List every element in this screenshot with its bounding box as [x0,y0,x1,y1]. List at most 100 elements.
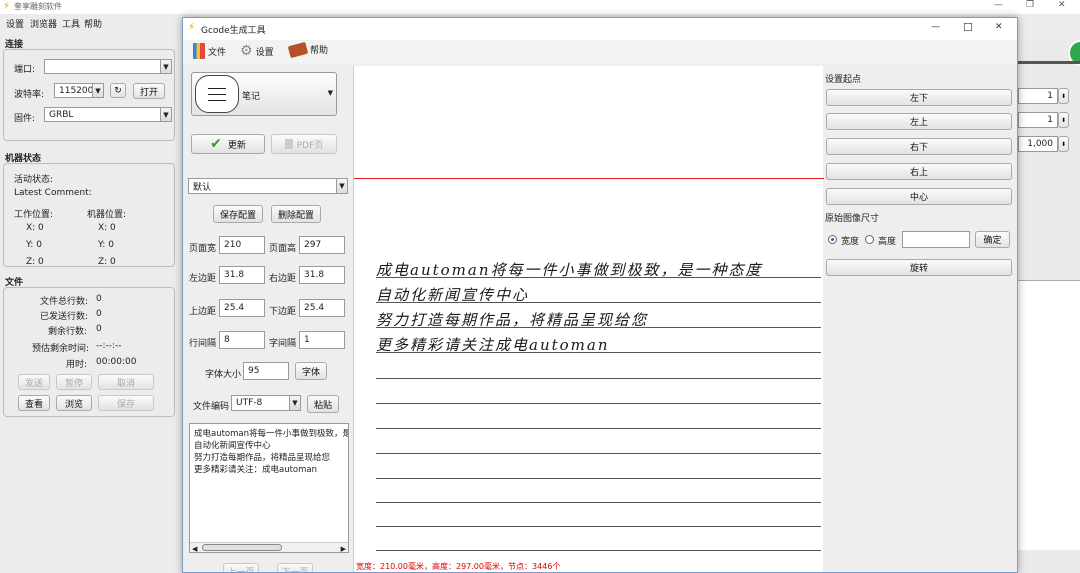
text-hscrollbar[interactable]: ◀ ▶ [190,542,348,552]
bottom-margin-input[interactable]: 25.4 [299,299,345,317]
ruled-line [376,478,821,479]
scroll-left-icon[interactable]: ◀ [192,543,197,552]
template-select[interactable]: 笔记 ▼ [191,72,337,116]
bottom-margin-label: 下边距 [269,307,297,317]
port-label: 端口: [14,65,36,75]
line-spacing-input[interactable]: 8 [219,331,265,349]
machine-x: X: 0 [98,223,116,233]
menu-browser[interactable]: 浏览器 [30,17,57,30]
port-select[interactable]: ▼ [44,59,172,74]
update-label: 更新 [227,140,246,151]
file-icon [193,43,205,59]
right-margin-label: 右边距 [269,274,297,284]
start-bottom-right-button[interactable]: 右下 [826,138,1012,155]
update-button[interactable]: ✔ 更新 [191,134,265,154]
page-width-label: 页面宽 [189,244,217,254]
browse-label: 浏览 [64,399,83,410]
firmware-select[interactable]: GRBL ▼ [44,107,172,122]
top-margin-value: 25.4 [224,303,245,313]
height-radio-label: 高度 [878,237,897,247]
toolbar-settings[interactable]: ⚙ 设置 [240,43,274,59]
latest-comment-label: Latest Comment: [14,188,92,198]
gcode-minimize-icon[interactable]: — [931,22,940,32]
save-button[interactable]: 保存 [98,395,154,411]
char-spacing-input[interactable]: 1 [299,331,345,349]
send-button[interactable]: 发送 [18,374,50,390]
encoding-select[interactable]: UTF-8 ▼ [231,395,301,411]
rotate-button[interactable]: 旋转 [826,259,1012,276]
width-radio[interactable] [828,235,837,244]
main-restore-icon[interactable]: ❐ [1026,0,1034,10]
start-top-left-button[interactable]: 左上 [826,113,1012,130]
right-spinner-1-arrows[interactable]: ⬍ [1058,88,1069,104]
height-radio[interactable] [865,235,874,244]
scroll-right-icon[interactable]: ▶ [341,543,346,552]
cancel-button[interactable]: 取消 [98,374,154,390]
baud-select[interactable]: 115200 ▼ [54,83,104,98]
paste-button[interactable]: 粘贴 [307,395,339,413]
delete-config-button[interactable]: 删除配置 [271,205,321,223]
width-radio-label: 宽度 [841,237,860,247]
text-line-4: 更多精彩请关注：成电automan [194,465,318,475]
work-position-label: 工作位置: [14,210,54,220]
font-size-input[interactable]: 95 [243,362,289,380]
left-margin-input[interactable]: 31.8 [219,266,265,284]
ruled-line [376,403,821,404]
start-bottom-left-button[interactable]: 左下 [826,89,1012,106]
view-button[interactable]: 查看 [18,395,50,411]
config-dropdown-icon: ▼ [336,179,347,193]
text-line-1: 成电automan将每一件小事做到极致，是 [194,429,349,439]
toolbar-settings-label: 设置 [255,47,274,58]
refresh-button[interactable]: ↻ [110,83,126,98]
pause-button[interactable]: 暂停 [56,374,92,390]
size-input[interactable] [902,231,970,248]
gcode-logo-icon: ⚡ [188,22,196,33]
right-spinner-1-value: 1 [1047,91,1053,101]
ruled-line [376,526,821,527]
right-spinner-3-arrows[interactable]: ⬍ [1058,136,1069,152]
page-width-input[interactable]: 210 [219,236,265,254]
prev-page-button[interactable]: 上一页 [223,563,259,572]
menu-help[interactable]: 帮助 [84,17,102,30]
start-center-button[interactable]: 中心 [826,188,1012,205]
open-port-label: 打开 [139,87,158,98]
gcode-maximize-icon[interactable]: ☐ [963,21,973,34]
scroll-thumb[interactable] [202,544,282,551]
book-icon [287,41,309,58]
char-spacing-value: 1 [304,335,310,345]
work-z: Z: 0 [26,257,44,267]
pdf-page-button[interactable]: PDF页 [271,134,337,154]
menu-tools[interactable]: 工具 [62,17,80,30]
save-config-label: 保存配置 [219,210,256,221]
main-close-icon[interactable]: ✕ [1058,0,1066,10]
top-margin-input[interactable]: 25.4 [219,299,265,317]
start-point-title: 设置起点 [825,75,862,85]
right-spinner-3[interactable]: 1,000 [1018,136,1058,152]
start-top-right-button[interactable]: 右上 [826,163,1012,180]
start-top-right-label: 右上 [909,168,928,178]
browse-button[interactable]: 浏览 [56,395,92,411]
toolbar-file[interactable]: 文件 [193,43,226,59]
size-confirm-button[interactable]: 确定 [975,231,1010,248]
font-button[interactable]: 字体 [295,362,327,380]
save-config-button[interactable]: 保存配置 [213,205,263,223]
firmware-dropdown-icon: ▼ [160,108,171,121]
left-margin-label: 左边距 [189,274,217,284]
open-port-button[interactable]: 打开 [133,83,165,99]
page-height-label: 页面高 [269,244,297,254]
menu-settings[interactable]: 设置 [6,17,24,30]
next-page-button[interactable]: 下一页 [277,563,313,572]
text-input-area[interactable]: 成电automan将每一件小事做到极致，是 自动化新闻宣传中心 努力打造每期作品… [189,423,349,553]
toolbar-help[interactable]: 帮助 [287,41,328,58]
right-spinner-1[interactable]: 1 [1018,88,1058,104]
right-margin-input[interactable]: 31.8 [299,266,345,284]
main-title-bar: ⚡ 奎享雕刻软件 — ❐ ✕ [0,0,1080,14]
work-x: X: 0 [26,223,44,233]
main-minimize-icon[interactable]: — [994,0,1003,10]
right-spinner-2[interactable]: 1 [1018,112,1058,128]
gcode-close-icon[interactable]: ✕ [995,22,1003,32]
active-state-label: 活动状态: [14,175,54,185]
config-select[interactable]: 默认 ▼ [188,178,348,194]
page-height-input[interactable]: 297 [299,236,345,254]
right-spinner-2-arrows[interactable]: ⬍ [1058,112,1069,128]
